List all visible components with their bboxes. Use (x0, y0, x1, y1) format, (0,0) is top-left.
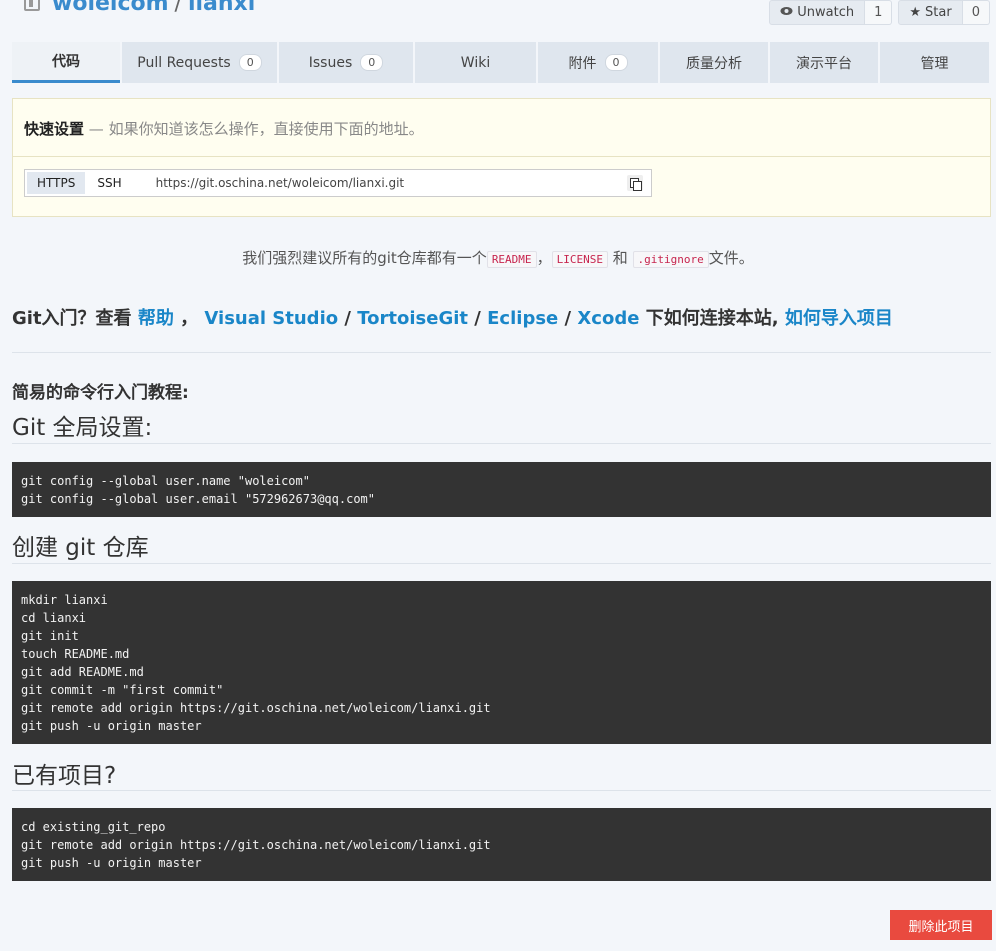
ssh-button[interactable]: SSH (87, 172, 131, 194)
tab-issues[interactable]: Issues 0 (279, 42, 413, 83)
recommend-prefix: 我们强烈建议所有的git仓库都有一个 (242, 249, 487, 267)
tab-demo[interactable]: 演示平台 (770, 42, 878, 83)
star-group: ★ Star 0 (898, 0, 990, 25)
import-project-link[interactable]: 如何导入项目 (785, 308, 893, 329)
tab-label: Pull Requests (137, 54, 231, 71)
watch-group: Unwatch 1 (769, 0, 893, 25)
tab-label: 管理 (920, 55, 949, 72)
repo-tabs: 代码 Pull Requests 0 Issues 0 Wiki 附件 0 质量分析 … (12, 42, 991, 83)
star-icon: ★ (909, 5, 922, 20)
slash: / (564, 308, 572, 329)
tab-label: 附件 (568, 55, 597, 72)
code-line: git config --global user.name "woleicom" (21, 474, 310, 488)
tab-wiki[interactable]: Wiki (415, 42, 536, 83)
clone-url-input[interactable]: https://git.oschina.net/woleicom/lianxi.… (156, 176, 627, 190)
tab-badge: 0 (238, 54, 262, 71)
eclipse-link[interactable]: Eclipse (487, 308, 558, 329)
tab-attachments[interactable]: 附件 0 (538, 42, 658, 83)
path-separator: / (174, 0, 182, 16)
divider (12, 352, 991, 353)
code-line: mkdir lianxi (21, 593, 108, 607)
intro-prefix: Git入门？查看 (12, 308, 132, 329)
section-heading-create: 创建 git 仓库 (12, 535, 149, 561)
help-link[interactable]: 帮助 (138, 308, 174, 329)
tab-label: 质量分析 (686, 55, 742, 72)
quick-setup-panel: 快速设置 — 如果你知道该怎么操作，直接使用下面的地址。 HTTPS SSH h… (12, 98, 991, 217)
tab-label: 代码 (52, 54, 80, 70)
star-label: Star (925, 5, 952, 20)
quick-setup-text: 快速设置 — 如果你知道该怎么操作，直接使用下面的地址。 (24, 118, 424, 139)
code-line: git remote add origin https://git.oschin… (21, 838, 491, 852)
code-block-create: mkdir lianxi cd lianxi git init touch RE… (12, 581, 991, 744)
code-line: touch README.md (21, 647, 130, 661)
tutorial-title: 简易的命令行入门教程: (12, 383, 189, 403)
slash: / (474, 308, 481, 329)
code-line: git init (21, 629, 79, 643)
tab-badge: 0 (604, 54, 628, 71)
section-heading-existing: 已有项目? (12, 763, 117, 789)
recommend-text: 我们强烈建议所有的git仓库都有一个 README， LICENSE 和 .giti… (0, 247, 996, 268)
tab-label: Issues (308, 54, 353, 71)
divider (12, 563, 991, 564)
repo-book-icon (22, 0, 44, 15)
unwatch-button[interactable]: Unwatch (769, 0, 866, 25)
intro-comma: ， (180, 308, 199, 329)
divider (13, 156, 990, 157)
intro-middle: 下如何连接本站, (645, 308, 779, 329)
tab-code[interactable]: 代码 (12, 42, 120, 83)
tab-badge: 0 (360, 54, 384, 71)
code-line: git config --global user.email "57296267… (21, 492, 376, 506)
repo-header: woleicom / lianxi (22, 0, 255, 18)
git-intro: Git入门？查看 帮助 ， Visual Studio / TortoiseGi… (12, 304, 893, 330)
repo-actions: Unwatch 1 ★ Star 0 (769, 0, 990, 25)
recommend-suffix: 文件。 (708, 249, 754, 267)
recommend-comma: ， (536, 249, 552, 267)
delete-project-button[interactable]: 删除此项目 (890, 910, 992, 940)
code-line: git push -u origin master (21, 856, 202, 870)
tortoisegit-link[interactable]: TortoiseGit (357, 308, 468, 329)
copy-icon[interactable] (627, 175, 643, 191)
tab-label: 演示平台 (796, 55, 852, 72)
watch-count[interactable]: 1 (865, 0, 893, 25)
divider (12, 790, 991, 791)
license-code: LICENSE (551, 251, 608, 268)
section-heading-global: Git 全局设置: (12, 415, 153, 441)
visual-studio-link[interactable]: Visual Studio (204, 308, 338, 329)
quick-setup-title: 快速设置 (24, 120, 85, 138)
code-line: git push -u origin master (21, 719, 202, 733)
tab-quality[interactable]: 质量分析 (660, 42, 768, 83)
eye-icon (780, 5, 793, 20)
tab-label: Wiki (460, 54, 491, 71)
https-button[interactable]: HTTPS (27, 172, 86, 194)
slash: / (344, 308, 351, 329)
code-line: git remote add origin https://git.oschin… (21, 701, 491, 715)
code-line: git commit -m "first commit" (21, 683, 224, 697)
code-line: cd existing_git_repo (21, 820, 166, 834)
repo-link[interactable]: lianxi (188, 0, 255, 16)
gitignore-code: .gitignore (632, 251, 709, 268)
star-button[interactable]: ★ Star (898, 0, 963, 25)
quick-setup-description: — 如果你知道该怎么操作，直接使用下面的地址。 (88, 120, 424, 138)
unwatch-label: Unwatch (797, 5, 855, 20)
divider (12, 443, 991, 444)
repo-title: woleicom / lianxi (52, 0, 255, 16)
recommend-and: 和 (612, 249, 628, 267)
readme-code: README (486, 251, 537, 268)
clone-url-box: HTTPS SSH https://git.oschina.net/woleic… (24, 169, 652, 197)
tab-manage[interactable]: 管理 (880, 42, 989, 83)
code-block-existing: cd existing_git_repo git remote add orig… (12, 808, 991, 881)
owner-link[interactable]: woleicom (52, 0, 169, 16)
code-line: git add README.md (21, 665, 144, 679)
code-block-global: git config --global user.name "woleicom"… (12, 462, 991, 517)
xcode-link[interactable]: Xcode (577, 308, 639, 329)
code-line: cd lianxi (21, 611, 87, 625)
tab-pull-requests[interactable]: Pull Requests 0 (122, 42, 277, 83)
star-count[interactable]: 0 (962, 0, 990, 25)
